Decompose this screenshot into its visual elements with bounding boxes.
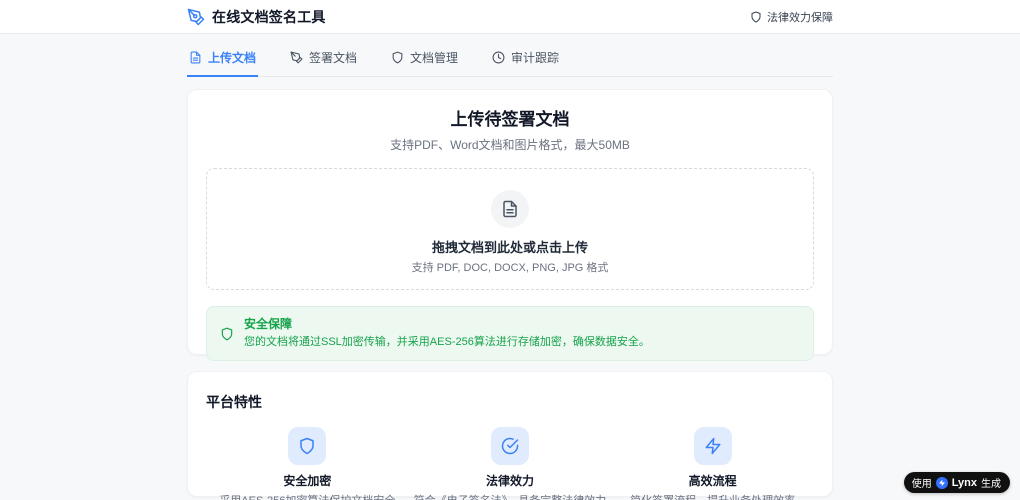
shield-icon bbox=[750, 11, 762, 23]
platform-features-card: 平台特性 安全加密 采用AES-256加密算法保护文档安全 法 bbox=[187, 371, 833, 500]
tab-sign-document[interactable]: 签署文档 bbox=[288, 43, 359, 77]
lynx-badge-prefix: 使用 bbox=[911, 479, 932, 490]
feature-title: 安全加密 bbox=[283, 474, 332, 488]
legal-guarantee-badge[interactable]: 法律效力保障 bbox=[750, 9, 833, 25]
pen-icon bbox=[290, 51, 303, 64]
security-notice: 安全保障 您的文档将通过SSL加密传输，并采用AES-256算法进行存储加密，确… bbox=[206, 306, 814, 361]
features-title: 平台特性 bbox=[206, 394, 262, 410]
tab-document-management[interactable]: 文档管理 bbox=[389, 43, 460, 77]
lightning-icon bbox=[693, 427, 732, 465]
feature-title: 法律效力 bbox=[486, 474, 535, 488]
tab-label: 文档管理 bbox=[410, 51, 459, 65]
lynx-badge-suffix: 生成 bbox=[981, 479, 1001, 490]
security-notice-title: 安全保障 bbox=[244, 317, 293, 331]
app-title: 在线文档签名工具 bbox=[212, 8, 326, 25]
lynx-badge-brand: Lynx bbox=[951, 476, 977, 489]
dropzone-title: 拖拽文档到此处或点击上传 bbox=[431, 240, 588, 255]
shield-icon bbox=[288, 427, 327, 465]
document-icon bbox=[491, 190, 529, 228]
security-notice-desc: 您的文档将通过SSL加密传输，并采用AES-256算法进行存储加密，确保数据安全… bbox=[244, 336, 650, 348]
feature-desc: 简化签署流程，提升业务处理效率 bbox=[611, 494, 814, 500]
upload-card: 上传待签署文档 支持PDF、Word文档和图片格式，最大50MB 拖拽文档到此处… bbox=[187, 89, 833, 361]
lynx-logo-icon bbox=[935, 476, 948, 489]
check-circle-icon bbox=[491, 427, 529, 465]
file-dropzone[interactable]: 拖拽文档到此处或点击上传 支持 PDF, DOC, DOCX, PNG, JPG… bbox=[206, 168, 814, 290]
dropzone-hint: 支持 PDF, DOC, DOCX, PNG, JPG 格式 bbox=[411, 262, 609, 274]
tab-upload-document[interactable]: 上传文档 bbox=[187, 43, 259, 77]
upload-subtitle: 支持PDF、Word文档和图片格式，最大50MB bbox=[390, 138, 630, 152]
tab-label: 上传文档 bbox=[208, 51, 257, 65]
feature-secure-encryption: 安全加密 采用AES-256加密算法保护文档安全 bbox=[206, 427, 409, 500]
brand: 在线文档签名工具 bbox=[187, 7, 326, 27]
tab-label: 审计跟踪 bbox=[511, 51, 560, 65]
upload-title: 上传待签署文档 bbox=[450, 110, 570, 129]
clock-icon bbox=[492, 51, 505, 64]
feature-desc: 采用AES-256加密算法保护文档安全 bbox=[206, 494, 409, 500]
lynx-generated-badge[interactable]: 使用 Lynx 生成 bbox=[903, 472, 1010, 493]
app-header: 在线文档签名工具 法律效力保障 bbox=[0, 0, 1020, 34]
tab-bar: 上传文档 签署文档 文档管理 审计跟踪 bbox=[187, 43, 833, 77]
feature-desc: 符合《电子签名法》，具备完整法律效力 bbox=[409, 494, 612, 500]
feature-title: 高效流程 bbox=[688, 474, 737, 488]
shield-icon bbox=[391, 51, 404, 64]
tab-audit-trail[interactable]: 审计跟踪 bbox=[490, 43, 561, 77]
tab-label: 签署文档 bbox=[309, 51, 358, 65]
legal-guarantee-label: 法律效力保障 bbox=[767, 11, 833, 24]
shield-icon bbox=[220, 317, 234, 350]
file-icon bbox=[189, 51, 202, 64]
feature-efficient-process: 高效流程 简化签署流程，提升业务处理效率 bbox=[611, 427, 814, 500]
pen-nib-logo-icon bbox=[187, 8, 205, 26]
feature-legal-validity: 法律效力 符合《电子签名法》，具备完整法律效力 bbox=[409, 427, 612, 500]
